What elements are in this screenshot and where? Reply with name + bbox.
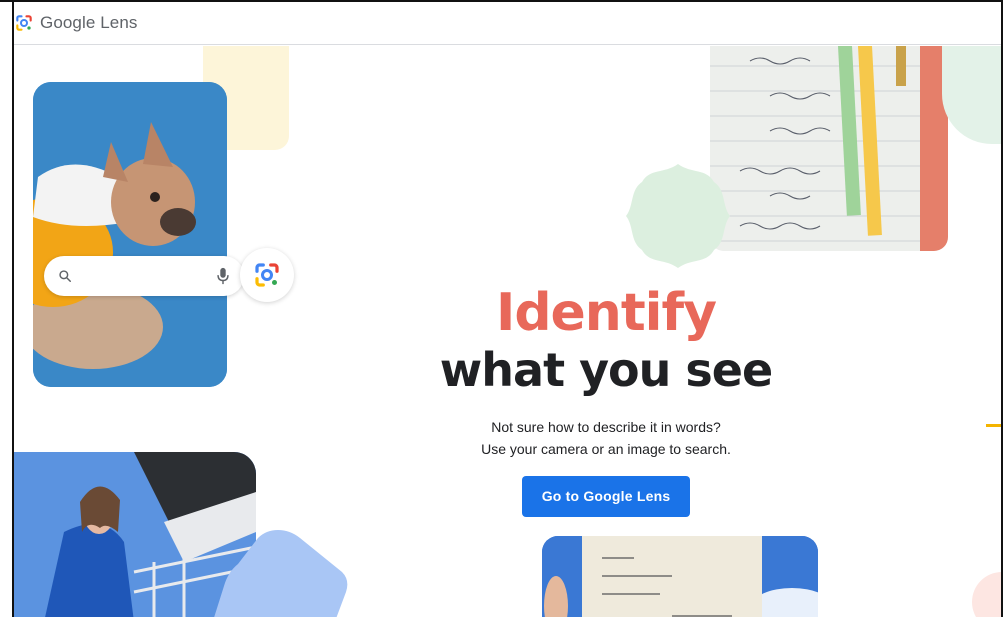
lens-camera-bubble (240, 248, 294, 302)
mic-icon (217, 267, 229, 285)
app-title-link[interactable]: Google Lens (40, 13, 138, 33)
hero-main-heading: what you see (439, 343, 773, 397)
mint-decor-shape (942, 46, 1003, 144)
hero-accent-heading: Identify (495, 283, 717, 343)
blue-decor-blob (214, 530, 348, 617)
math-notebook-photo-card (710, 46, 948, 251)
page-frame: Google Lens Identify what you see Not su… (0, 0, 1003, 617)
green-decor-blob (626, 164, 730, 268)
hero-subtitle: Not sure how to describe it in words? Us… (418, 416, 794, 460)
go-to-google-lens-button[interactable]: Go to Google Lens (522, 476, 690, 517)
frame-border-left (12, 0, 14, 617)
hero-section: Identify what you see Not sure how to de… (418, 284, 794, 517)
pink-decor-shape (972, 572, 1003, 617)
top-bar: Google Lens (14, 2, 1001, 45)
google-lens-icon (255, 263, 279, 287)
math-notes-illustration (710, 46, 948, 251)
hero-subtitle-line-1: Not sure how to describe it in words? (491, 419, 721, 435)
search-icon (59, 270, 71, 282)
search-bar-illustration (44, 256, 244, 296)
korean-text-note-illustration (542, 536, 818, 617)
korean-note-photo-card (542, 536, 818, 617)
orange-decor-line (986, 424, 1002, 427)
french-bulldog-illustration (33, 82, 227, 387)
hero-subtitle-line-2: Use your camera or an image to search. (481, 441, 731, 457)
google-lens-logo-icon (16, 15, 32, 31)
dog-photo-card (33, 82, 227, 387)
